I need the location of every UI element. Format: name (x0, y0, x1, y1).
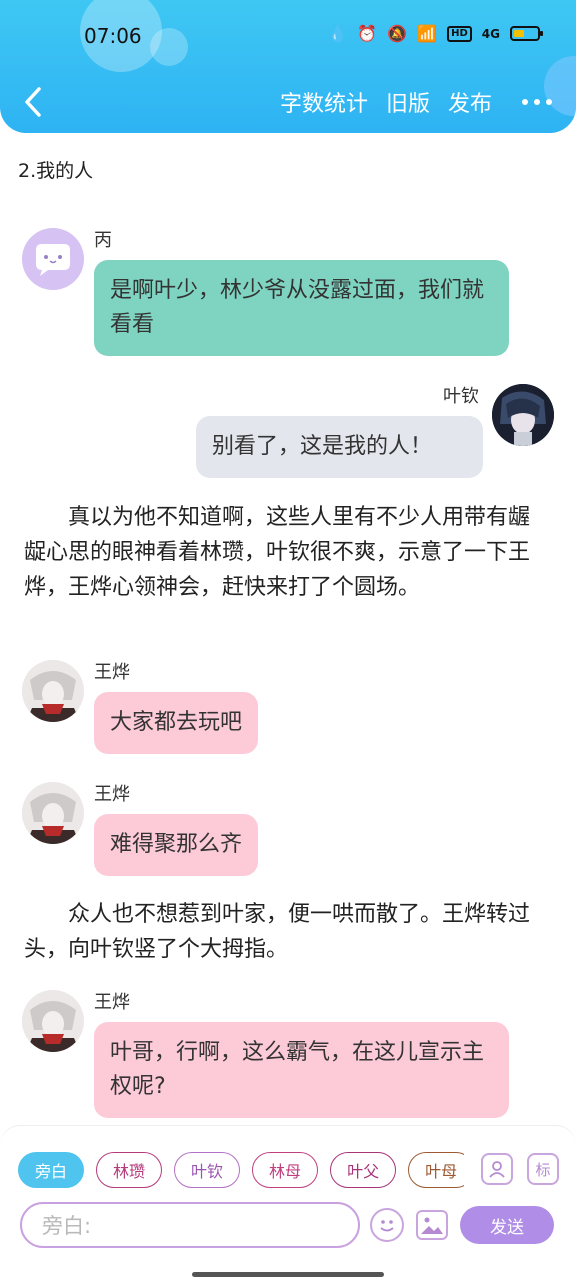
publish-button[interactable]: 发布 (448, 86, 492, 118)
hd-icon: HD (447, 25, 472, 42)
status-icons: 💧 ⏰ 🔕 📶 HD 4G (327, 24, 543, 43)
speaker-name: 王烨 (94, 662, 130, 683)
person-icon (489, 1161, 505, 1178)
emoji-icon (380, 1220, 394, 1232)
top-app-bar: 07:06 💧 ⏰ 🔕 📶 HD 4G 字数统计 旧版 发布 (0, 0, 576, 133)
avatar-wang-ye[interactable] (22, 782, 84, 844)
chat-bubble-avatar-icon (22, 228, 84, 290)
speaker-name: 王烨 (94, 992, 130, 1013)
image-icon (421, 1217, 443, 1234)
composer-panel: 旁白 林瓒 叶钦 林母 叶父 叶母 标 旁白: 发送 (0, 1125, 576, 1280)
role-chip[interactable]: 林母 (252, 1152, 319, 1188)
nav-actions: 字数统计 旧版 发布 (280, 86, 552, 118)
tag-button[interactable]: 标 (527, 1153, 559, 1185)
narration-paragraph[interactable]: 真以为他不知道啊，这些人里有不少人用带有龌龊心思的眼神看着林瓒，叶钦很不爽，示意… (24, 500, 544, 605)
old-version-button[interactable]: 旧版 (386, 86, 430, 118)
speaker-name: 丙 (94, 230, 112, 251)
character-button[interactable] (481, 1153, 513, 1185)
speaker-name: 叶钦 (443, 386, 479, 407)
status-time: 07:06 (84, 24, 142, 48)
avatar-speaker-bing[interactable] (22, 228, 84, 290)
message-bubble[interactable]: 别看了，这是我的人！ (196, 416, 483, 478)
narration-input[interactable]: 旁白: (20, 1202, 360, 1248)
speaker-name: 王烨 (94, 784, 130, 805)
portrait-avatar-icon (22, 782, 84, 844)
portrait-avatar-icon (492, 384, 554, 446)
more-horizontal-icon (522, 99, 528, 105)
portrait-avatar-icon (22, 660, 84, 722)
more-button[interactable] (522, 99, 552, 105)
image-button[interactable] (416, 1210, 448, 1240)
role-chip[interactable]: 叶父 (330, 1152, 397, 1188)
portrait-avatar-icon (22, 990, 84, 1052)
role-chip[interactable]: 林瓒 (96, 1152, 163, 1188)
message-bubble[interactable]: 叶哥，行啊，这么霸气，在这儿宣示主权呢? (94, 1022, 509, 1118)
message-bubble[interactable]: 是啊叶少，林少爷从没露过面，我们就看看 (94, 260, 509, 356)
avatar-wang-ye[interactable] (22, 990, 84, 1052)
water-drop-icon: 💧 (327, 24, 348, 43)
message-bubble[interactable]: 难得聚那么齐 (94, 814, 259, 876)
role-chip[interactable]: 叶母 (408, 1152, 464, 1188)
narration-paragraph[interactable]: 众人也不想惹到叶家，便一哄而散了。王烨转过头，向叶钦竖了个大拇指。 (24, 897, 544, 967)
avatar-ye-qin[interactable] (492, 384, 554, 446)
home-indicator[interactable] (192, 1272, 384, 1277)
battery-icon (510, 26, 543, 41)
chevron-left-icon (25, 87, 41, 117)
input-placeholder: 旁白: (42, 1214, 92, 1238)
network-icon: 4G (481, 26, 500, 41)
tag-icon: 标 (535, 1160, 551, 1179)
role-chip-narrator[interactable]: 旁白 (18, 1152, 85, 1188)
role-chip[interactable]: 叶钦 (174, 1152, 241, 1188)
decor-bubble (150, 28, 188, 66)
send-button[interactable]: 发送 (460, 1206, 554, 1244)
emoji-button[interactable] (370, 1208, 404, 1242)
message-bubble[interactable]: 大家都去玩吧 (94, 692, 259, 754)
role-chip-bar[interactable]: 旁白 林瓒 叶钦 林母 叶父 叶母 (18, 1152, 464, 1188)
word-count-button[interactable]: 字数统计 (280, 86, 368, 118)
avatar-wang-ye[interactable] (22, 660, 84, 722)
alarm-icon: ⏰ (357, 24, 378, 43)
chapter-title: 2.我的人 (18, 160, 94, 182)
wifi-icon: 📶 (417, 24, 438, 43)
back-button[interactable] (18, 84, 48, 120)
mute-bell-icon: 🔕 (387, 24, 408, 43)
